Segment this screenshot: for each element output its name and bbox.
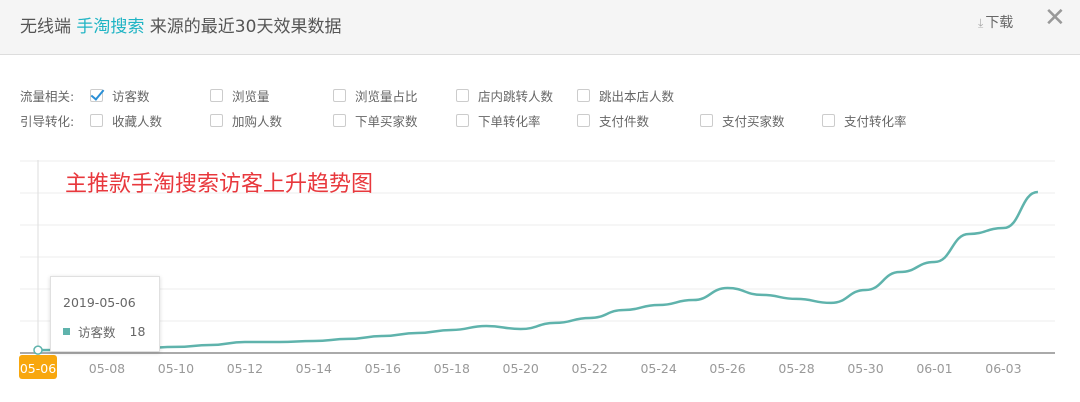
x-tick-label: 05-24 xyxy=(640,361,676,376)
filter-row: 流量相关: 访客数 浏览量 浏览量占比 店内跳转人数 跳出本店人数 xyxy=(20,85,1020,105)
x-tick-label: 06-01 xyxy=(916,361,952,376)
metric-checkbox[interactable]: 跳出本店人数 xyxy=(577,86,674,105)
tooltip-series: 访客数 18 xyxy=(63,322,145,341)
checkbox-unchecked[interactable] xyxy=(577,114,590,127)
close-icon[interactable]: ✕ xyxy=(1044,3,1066,33)
metric-label: 收藏人数 xyxy=(112,114,163,129)
metric-checkbox[interactable]: 支付买家数 xyxy=(700,111,785,130)
checkbox-unchecked[interactable] xyxy=(210,89,223,102)
dialog-header: 无线端 手淘搜索 来源的最近30天效果数据 ⤓ 下载 ✕ xyxy=(0,0,1080,55)
x-tick-label: 06-03 xyxy=(985,361,1021,376)
metric-checkbox[interactable]: 下单转化率 xyxy=(456,111,541,130)
checkbox-unchecked[interactable] xyxy=(210,114,223,127)
metric-label: 跳出本店人数 xyxy=(599,89,675,104)
download-button[interactable]: ⤓ 下载 xyxy=(978,12,1013,32)
series-line-visitors xyxy=(37,190,1039,352)
x-tick-label: 05-16 xyxy=(365,361,401,376)
metric-checkbox[interactable]: 支付件数 xyxy=(577,111,649,130)
series-swatch xyxy=(63,328,70,335)
x-tick-label: 05-30 xyxy=(847,361,883,376)
metric-label: 访客数 xyxy=(112,89,150,104)
x-tick-label: 05-14 xyxy=(296,361,332,376)
title-prefix: 无线端 xyxy=(20,17,77,37)
dialog-title: 无线端 手淘搜索 来源的最近30天效果数据 xyxy=(20,12,341,37)
checkbox-unchecked[interactable] xyxy=(456,114,469,127)
metric-checkbox[interactable]: 浏览量 xyxy=(210,86,270,105)
metric-label: 下单转化率 xyxy=(478,114,541,129)
filter-row-label: 引导转化: xyxy=(20,114,75,129)
data-point[interactable] xyxy=(33,345,43,355)
filter-row: 引导转化: 收藏人数 加购人数 下单买家数 下单转化率 支付件数 支付买家数 支付转化率 xyxy=(20,110,1020,130)
checkbox-unchecked[interactable] xyxy=(700,114,713,127)
metric-label: 支付转化率 xyxy=(844,114,907,129)
metric-checkbox[interactable]: 店内跳转人数 xyxy=(456,86,553,105)
checkbox-unchecked[interactable] xyxy=(333,114,346,127)
tooltip-date: 2019-05-06 xyxy=(63,295,136,310)
x-tick-label: 05-12 xyxy=(227,361,263,376)
metric-label: 加购人数 xyxy=(232,114,283,129)
chart-annotation: 主推款手淘搜索访客上升趋势图 xyxy=(65,172,374,197)
metric-label: 店内跳转人数 xyxy=(478,89,554,104)
chart-tooltip: 2019-05-06 访客数 18 xyxy=(50,276,160,352)
metric-label: 浏览量占比 xyxy=(355,89,418,104)
tooltip-value: 18 xyxy=(129,324,146,339)
title-source: 手淘搜索 xyxy=(76,17,145,37)
metric-label: 支付买家数 xyxy=(722,114,785,129)
metric-checkbox[interactable]: 访客数 xyxy=(90,86,150,105)
checkbox-unchecked[interactable] xyxy=(333,89,346,102)
x-tick-label: 05-06 xyxy=(20,361,56,376)
title-suffix: 来源的最近30天效果数据 xyxy=(144,17,342,37)
checkbox-unchecked[interactable] xyxy=(577,89,590,102)
x-tick-label: 05-28 xyxy=(778,361,814,376)
checkbox-unchecked[interactable] xyxy=(90,114,103,127)
checkbox-unchecked[interactable] xyxy=(822,114,835,127)
filter-row-label: 流量相关: xyxy=(20,89,75,104)
metric-checkbox[interactable]: 加购人数 xyxy=(210,111,282,130)
x-tick-label: 05-10 xyxy=(158,361,194,376)
x-tick-label: 05-22 xyxy=(572,361,608,376)
metric-label: 浏览量 xyxy=(232,89,270,104)
tooltip-series-name: 访客数 xyxy=(78,325,116,340)
x-tick-label: 05-18 xyxy=(434,361,470,376)
x-tick-label: 05-08 xyxy=(89,361,125,376)
metric-checkbox[interactable]: 下单买家数 xyxy=(333,111,418,130)
x-tick-label: 05-20 xyxy=(503,361,539,376)
metric-checkbox[interactable]: 收藏人数 xyxy=(90,111,162,130)
metric-label: 下单买家数 xyxy=(355,114,418,129)
checkbox-checked[interactable] xyxy=(90,89,103,102)
download-label: 下载 xyxy=(985,15,1014,31)
download-icon: ⤓ xyxy=(978,16,984,30)
metric-label: 支付件数 xyxy=(599,114,650,129)
metric-checkbox[interactable]: 浏览量占比 xyxy=(333,86,418,105)
metric-checkbox[interactable]: 支付转化率 xyxy=(822,111,907,130)
x-tick-label: 05-26 xyxy=(709,361,745,376)
checkbox-unchecked[interactable] xyxy=(456,89,469,102)
